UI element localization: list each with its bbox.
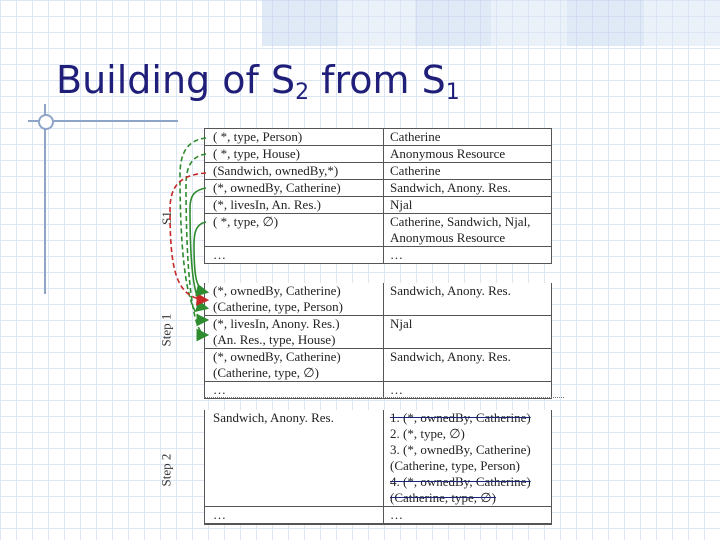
arrow-green-3 [189, 187, 210, 312]
arrow-red-1 [169, 172, 210, 306]
arrows-layer [169, 137, 210, 342]
arrow-green-2 [185, 153, 210, 342]
arrow-green-1 [179, 137, 210, 327]
arrow-green-4 [193, 221, 210, 297]
